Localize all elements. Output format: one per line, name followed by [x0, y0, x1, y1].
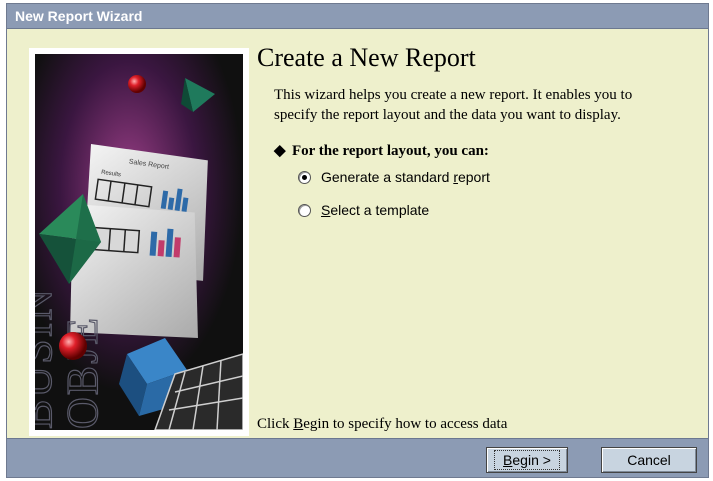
intro-text: This wizard helps you create a new repor…: [274, 87, 633, 123]
option-select-template[interactable]: Select a template: [298, 200, 429, 220]
title-bar[interactable]: New Report Wizard: [7, 4, 708, 29]
begin-button[interactable]: Begin >: [486, 447, 568, 473]
window-title: New Report Wizard: [15, 8, 143, 24]
footer-hint: Click Begin to specify how to access dat…: [257, 416, 508, 432]
diamond-bullet-icon: ◆: [274, 143, 286, 159]
wizard-window: New Report Wizard Sales Report Results B…: [6, 3, 709, 478]
layout-section-heading: ◆ For the report layout, you can:: [274, 141, 489, 160]
red-sphere-bottom: [59, 332, 87, 360]
cancel-button[interactable]: Cancel: [601, 447, 697, 473]
button-bar: Begin > Cancel: [7, 438, 708, 477]
option-label-template: Select a template: [321, 202, 430, 218]
red-sphere-top: [128, 75, 146, 93]
begin-button-label: Begin >: [494, 450, 560, 470]
brand-text-2: OBJE: [58, 316, 107, 429]
option-label-generate: Generate a standard report: [321, 169, 490, 185]
radio-select-template[interactable]: [298, 203, 311, 217]
wizard-content: Sales Report Results BUSIN OBJE Create a…: [7, 29, 708, 436]
page-title: Create a New Report: [257, 43, 476, 72]
radio-generate-standard[interactable]: [298, 170, 311, 184]
layout-section-label: For the report layout, you can:: [292, 143, 489, 159]
wizard-illustration: Sales Report Results BUSIN OBJE: [29, 48, 249, 436]
option-generate-standard-report[interactable]: Generate a standard report: [298, 167, 490, 187]
